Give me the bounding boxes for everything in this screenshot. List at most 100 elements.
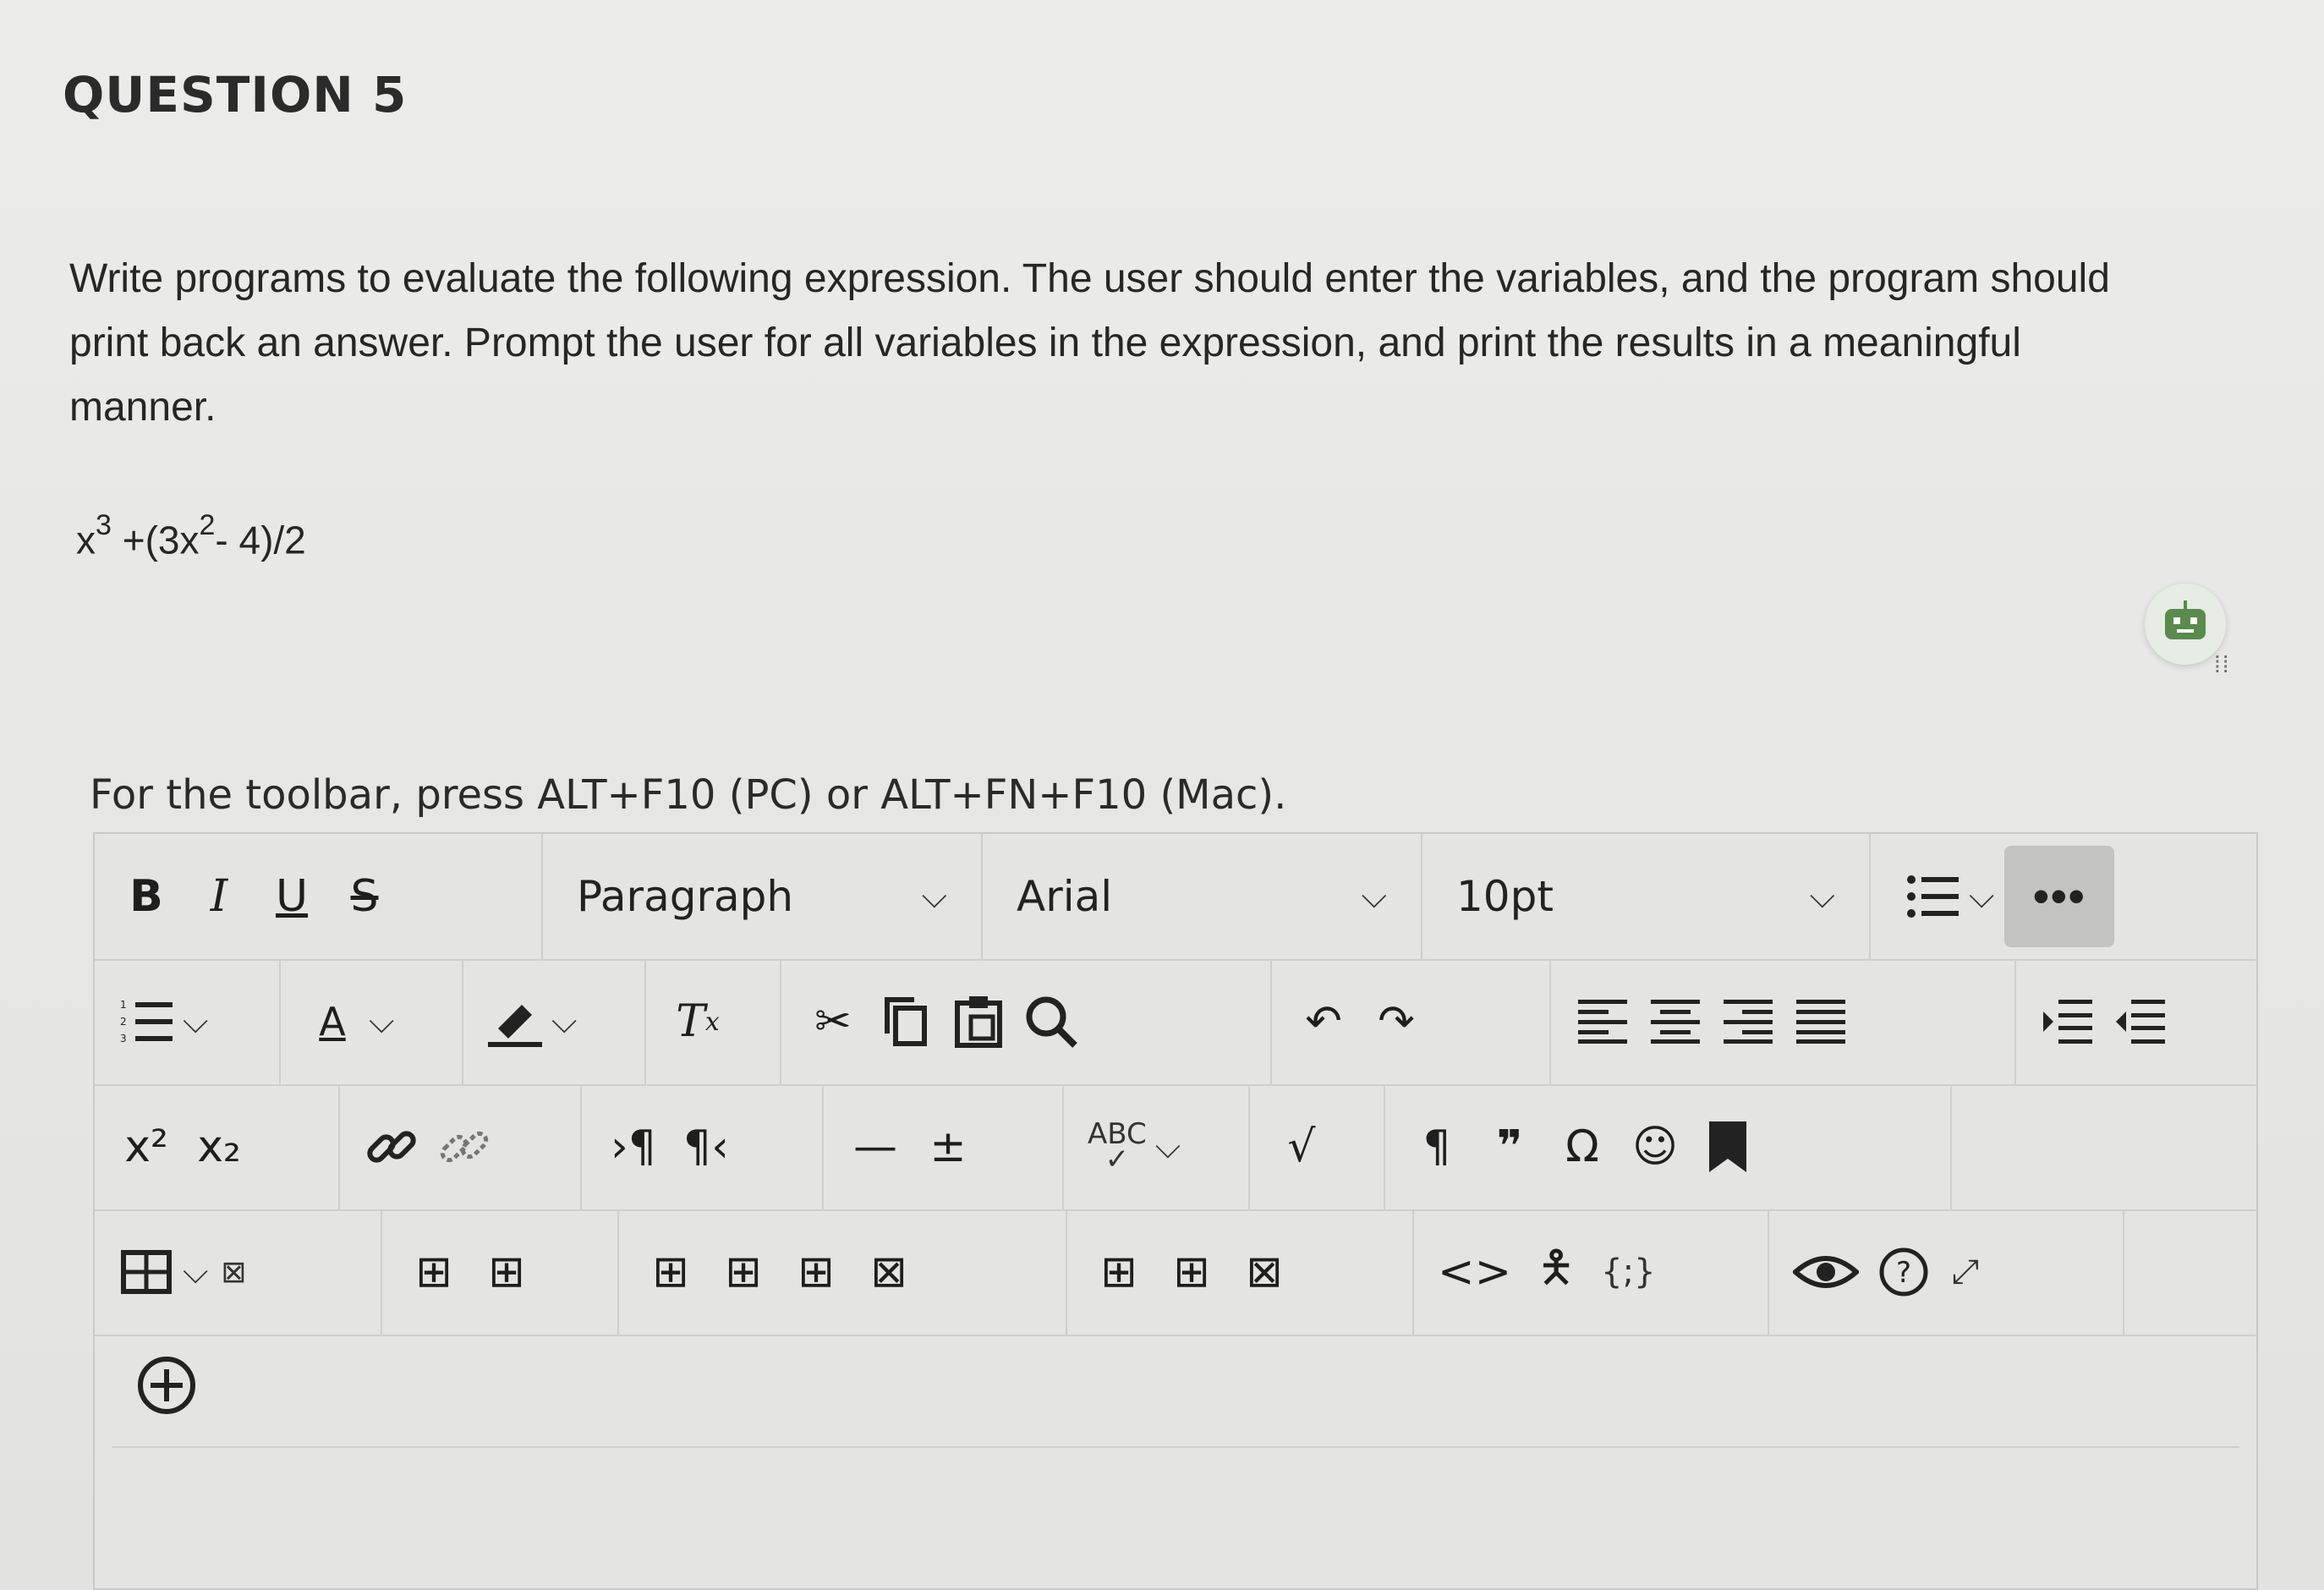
math-group: √ [1250, 1084, 1385, 1209]
chevron-down-icon: ⌵ [921, 877, 947, 916]
more-button[interactable]: ••• [2004, 846, 2115, 947]
bold-button[interactable]: B [110, 856, 183, 937]
chevron-down-icon[interactable]: ⌵ [1155, 1128, 1181, 1166]
clear-format-group: Tx [646, 959, 781, 1084]
table-delete-col-icon[interactable]: ⊠ [1228, 1231, 1301, 1313]
omega-icon[interactable]: Ω [1546, 1106, 1619, 1187]
italic-button[interactable]: I [183, 856, 255, 937]
copy-icon[interactable] [869, 981, 942, 1062]
undo-icon[interactable]: ↶ [1287, 981, 1360, 1062]
highlight-icon[interactable] [479, 981, 551, 1062]
emoji-icon[interactable]: ☺ [1619, 1106, 1691, 1187]
cut-icon[interactable]: ✂ [797, 981, 869, 1062]
toolbar-row-4: ⌵ ⊠ ⊞ ⊞ ⊞ ⊞ ⊞ ⊠ ⊞ ⊞ ⊠ <> 🯅 {;} ? ⤢ [95, 1209, 2256, 1336]
table-icon[interactable] [110, 1231, 183, 1313]
paste-icon[interactable] [942, 981, 1015, 1062]
toolbar-hint: For the toolbar, press ALT+F10 (PC) or A… [90, 771, 1287, 819]
font-color-group: A ⌵ [281, 959, 463, 1084]
chevron-down-icon[interactable]: ⌵ [551, 1003, 577, 1041]
table-row-after-icon[interactable]: ⊞ [470, 1231, 543, 1313]
svg-text:?: ? [1896, 1256, 1911, 1290]
link-group [340, 1084, 582, 1209]
align-left-icon[interactable] [1566, 981, 1639, 1062]
quote-icon[interactable]: ❞ [1473, 1106, 1546, 1187]
subscript-button[interactable]: x₂ [183, 1106, 255, 1187]
highlight-group: ⌵ [463, 959, 646, 1084]
view-group: ? ⤢ [1769, 1209, 2124, 1335]
font-color-icon[interactable]: A [296, 981, 369, 1062]
eye-icon[interactable] [1784, 1231, 1867, 1313]
bullet-list-icon[interactable] [1896, 856, 1969, 937]
strikethrough-button[interactable]: S [328, 856, 401, 937]
indent-icon[interactable] [2031, 981, 2104, 1062]
ltr-icon[interactable]: ›¶ [597, 1106, 670, 1187]
chevron-down-icon[interactable]: ⌵ [369, 1003, 394, 1041]
paragraph-select-value: Paragraph [577, 872, 794, 921]
table-row-before-icon[interactable]: ⊞ [397, 1231, 470, 1313]
symbols-group: ¶ ❞ Ω ☺ [1385, 1084, 1952, 1209]
size-select[interactable]: 10pt ⌵ [1422, 834, 1871, 959]
fullscreen-icon[interactable]: ⤢ [1940, 1231, 1991, 1313]
link-icon[interactable] [355, 1106, 428, 1187]
toolbar-row-2: 1 2 3 ⌵ A ⌵ ⌵ Tx ✂ ↶ ↷ [95, 959, 2256, 1086]
rich-text-editor: B I U S Paragraph ⌵ Arial ⌵ 10pt ⌵ ⌵ •••… [93, 832, 2258, 1590]
unlink-icon[interactable] [428, 1106, 501, 1187]
question-expression: x3 +(3x2- 4)/2 [76, 509, 306, 562]
chevron-down-icon[interactable]: ⌵ [183, 1003, 208, 1041]
svg-text:2: 2 [120, 1016, 127, 1028]
math-icon[interactable]: √ [1265, 1106, 1338, 1187]
outdent-icon[interactable] [2104, 981, 2177, 1062]
table-insert-col-icon[interactable]: ⊞ [780, 1231, 852, 1313]
superscript-button[interactable]: x² [110, 1106, 183, 1187]
clipboard-group: ✂ [781, 959, 1272, 1084]
table-delete-row-icon[interactable]: ⊠ [852, 1231, 925, 1313]
drag-handle-icon[interactable]: ⁞⁞ [2214, 651, 2231, 678]
table-col-before-icon[interactable]: ⊞ [1083, 1231, 1155, 1313]
spellcheck-group: ABC ✓ ⌵ [1064, 1084, 1250, 1209]
chevron-down-icon[interactable]: ⌵ [183, 1253, 208, 1291]
json-icon[interactable]: {;} [1592, 1231, 1664, 1313]
underline-button[interactable]: U [255, 856, 328, 937]
table-cell-icon[interactable]: ⊞ [634, 1231, 707, 1313]
editor-content-area[interactable] [112, 1446, 2239, 1588]
chevron-down-icon: ⌵ [1361, 877, 1387, 916]
toolbar-row-5 [129, 1335, 205, 1436]
code-group: <> 🯅 {;} [1414, 1209, 1769, 1335]
svg-text:3: 3 [120, 1033, 127, 1044]
numbered-list-icon[interactable]: 1 2 3 [110, 981, 183, 1062]
align-center-icon[interactable] [1639, 981, 1712, 1062]
delete-table-icon[interactable]: ⊠ [208, 1231, 259, 1313]
justify-icon[interactable] [1784, 981, 1857, 1062]
list-more-group: ⌵ ••• [1871, 834, 2129, 959]
question-body: Write programs to evaluate the following… [69, 256, 2110, 430]
redo-icon[interactable]: ↷ [1360, 981, 1433, 1062]
horizontal-rule-icon[interactable]: — [839, 1106, 912, 1187]
table-row-group: ⊞ ⊞ [382, 1209, 619, 1335]
accessibility-icon[interactable]: 🯅 [1520, 1231, 1592, 1313]
font-select[interactable]: Arial ⌵ [983, 834, 1422, 959]
search-icon[interactable] [1015, 981, 1088, 1062]
bookmark-icon[interactable] [1691, 1106, 1764, 1187]
toolbar-row-1: B I U S Paragraph ⌵ Arial ⌵ 10pt ⌵ ⌵ ••• [95, 834, 2256, 961]
rtl-icon[interactable]: ¶‹ [670, 1106, 743, 1187]
code-icon[interactable]: <> [1429, 1231, 1520, 1313]
help-icon[interactable]: ? [1867, 1231, 1940, 1313]
table-cell-group: ⊞ ⊞ ⊞ ⊠ [619, 1209, 1067, 1335]
clear-format-icon[interactable]: Tx [661, 981, 734, 1062]
align-right-icon[interactable] [1712, 981, 1784, 1062]
insert-group: — ± [824, 1084, 1064, 1209]
indent-group [2016, 959, 2192, 1084]
numbered-list-group: 1 2 3 ⌵ [95, 959, 281, 1084]
size-select-value: 10pt [1456, 872, 1554, 921]
chevron-down-icon: ⌵ [1809, 877, 1835, 916]
plus-minus-icon[interactable]: ± [912, 1106, 984, 1187]
svg-text:1: 1 [120, 999, 127, 1011]
paragraph-select[interactable]: Paragraph ⌵ [543, 834, 983, 959]
history-group: ↶ ↷ [1272, 959, 1551, 1084]
table-insert-row-icon[interactable]: ⊞ [707, 1231, 780, 1313]
pilcrow-icon[interactable]: ¶ [1400, 1106, 1473, 1187]
add-content-icon[interactable] [129, 1345, 205, 1426]
table-col-after-icon[interactable]: ⊞ [1155, 1231, 1228, 1313]
spellcheck-icon[interactable]: ABC ✓ [1079, 1106, 1155, 1187]
chevron-down-icon[interactable]: ⌵ [1969, 878, 1994, 916]
